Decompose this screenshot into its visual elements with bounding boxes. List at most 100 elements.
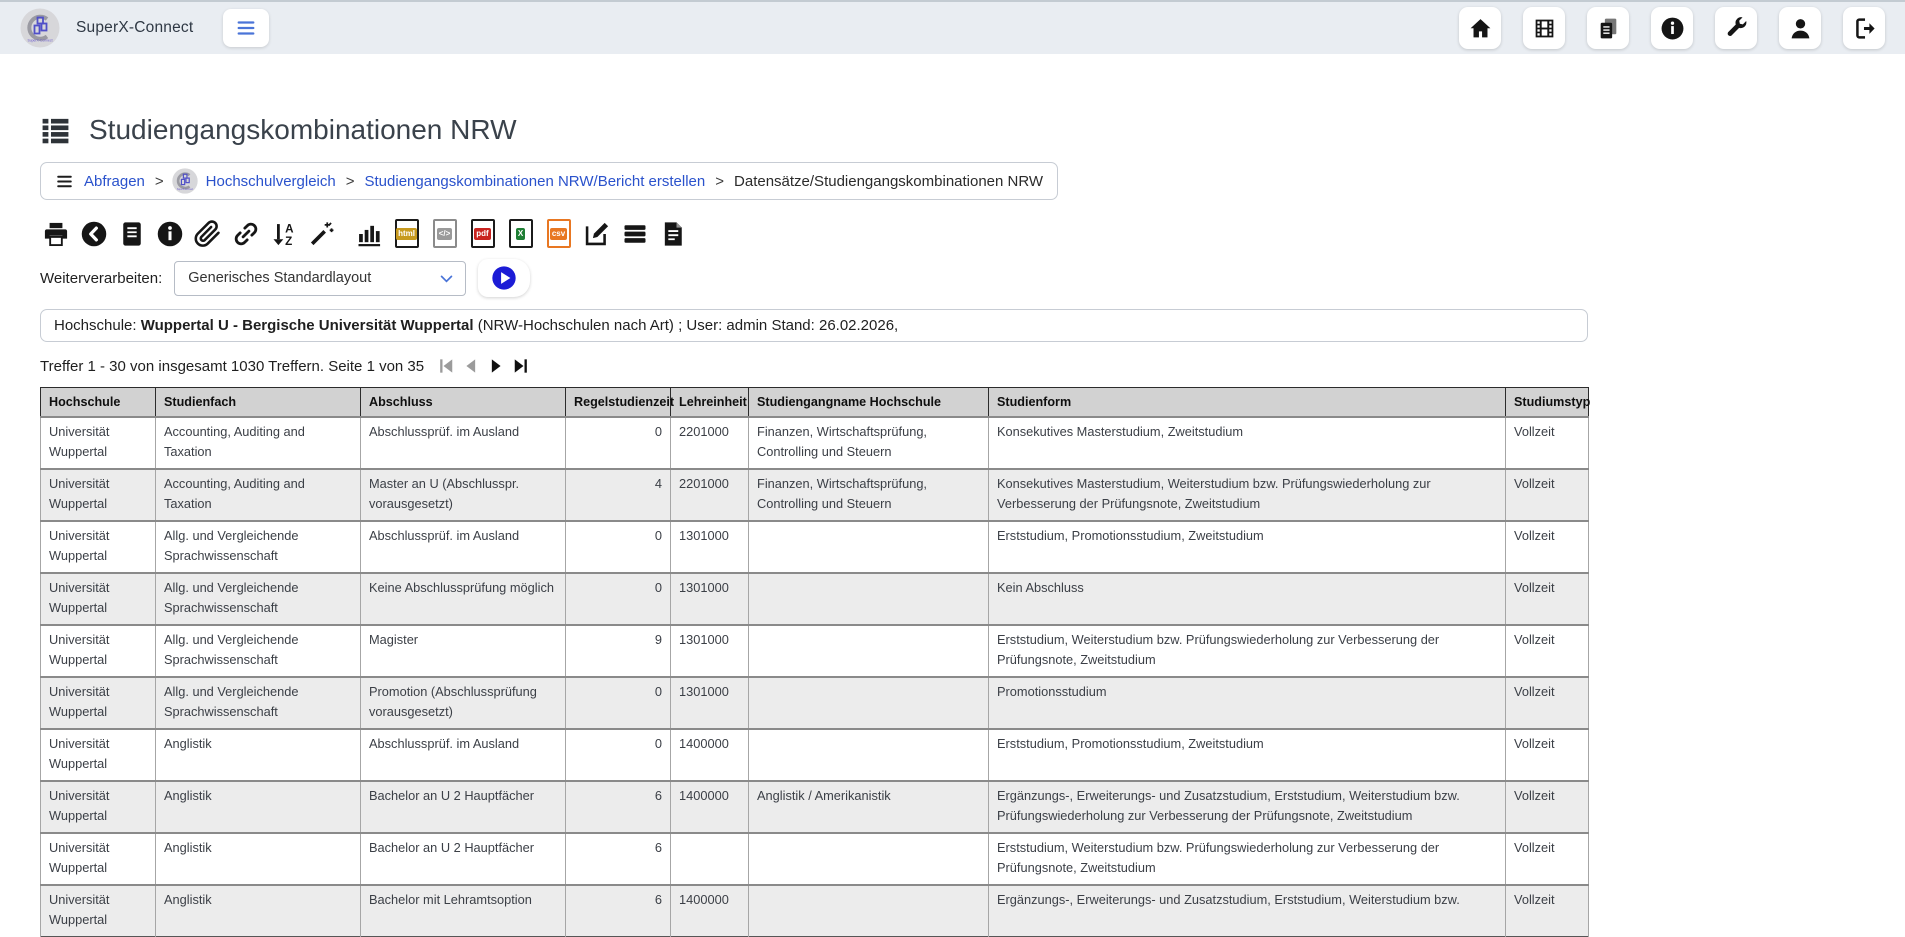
logout-button[interactable] [1843, 7, 1885, 49]
info-hochschule: Wuppertal U - Bergische Universität Wupp… [141, 317, 474, 334]
table-row: Universität WuppertalAnglistikBachelor a… [41, 781, 1589, 833]
table-cell: Konsekutives Masterstudium, Zweitstudium [989, 417, 1506, 469]
table-cell: Allg. und Vergleichende Sprachwissenscha… [156, 677, 361, 729]
table-cell: Vollzeit [1506, 677, 1589, 729]
table-cell [749, 833, 989, 885]
table-cell: 2201000 [671, 469, 749, 521]
superx-logo-icon[interactable]: SuperX-Connect [20, 8, 60, 48]
layout-select[interactable]: Generisches Standardlayout [174, 261, 466, 296]
table-cell [749, 521, 989, 573]
app-name: SuperX-Connect [76, 19, 193, 37]
table-cell: Vollzeit [1506, 521, 1589, 573]
last-page-button[interactable] [510, 355, 532, 377]
film-strip-button[interactable] [1523, 7, 1565, 49]
export-xml-button[interactable]: </> [429, 218, 460, 249]
print-button[interactable] [40, 218, 71, 249]
copy-pages-icon [1596, 16, 1621, 41]
superx-logo-icon: SuperX-Connect [172, 168, 198, 194]
export-csv-button[interactable]: csv [543, 218, 574, 249]
info-circle-icon [156, 220, 184, 248]
bar-chart-icon [355, 220, 383, 248]
hamburger-menu-button[interactable] [223, 9, 269, 47]
table-cell: 1301000 [671, 625, 749, 677]
table-cell: Keine Abschlussprüfung möglich [361, 573, 566, 625]
column-header: Studienfach [156, 388, 361, 418]
user-button[interactable] [1779, 7, 1821, 49]
report-info-bar: Hochschule: Wuppertal U - Bergische Univ… [40, 309, 1588, 342]
play-icon [490, 264, 518, 292]
copy-pages-button[interactable] [1587, 7, 1629, 49]
page-first-icon [436, 356, 456, 376]
page-prev-icon [461, 356, 481, 376]
table-cell: Universität Wuppertal [41, 885, 156, 937]
column-header: Hochschule [41, 388, 156, 418]
table-cell: 6 [566, 833, 671, 885]
home-button[interactable] [1459, 7, 1501, 49]
table-cell: 2201000 [671, 417, 749, 469]
table-cell: Accounting, Auditing and Taxation [156, 417, 361, 469]
link-button[interactable] [230, 218, 261, 249]
user-icon [1788, 16, 1813, 41]
table-cell: Master an U (Abschlusspr. vorausgesetzt) [361, 469, 566, 521]
breadcrumb-menu-icon[interactable] [55, 172, 74, 191]
table-cell: Erststudium, Promotionsstudium, Zweitstu… [989, 729, 1506, 781]
table-cell: Anglistik [156, 781, 361, 833]
wrench-button[interactable] [1715, 7, 1757, 49]
table-layout-button[interactable] [619, 218, 650, 249]
previous-page-button[interactable] [460, 355, 482, 377]
table-cell: Accounting, Auditing and Taxation [156, 469, 361, 521]
table-cell: Universität Wuppertal [41, 677, 156, 729]
breadcrumb-item[interactable]: Abfragen [84, 173, 145, 190]
table-header-row: HochschuleStudienfachAbschlussRegelstudi… [41, 388, 1589, 418]
breadcrumb-item[interactable]: Studiengangskombinationen NRW/Bericht er… [365, 173, 706, 190]
table-cell: Abschlussprüf. im Ausland [361, 729, 566, 781]
breadcrumb-separator: > [155, 173, 164, 190]
run-button[interactable] [478, 259, 530, 297]
svg-text:Z: Z [285, 235, 292, 248]
column-header: Studiumstyp [1506, 388, 1589, 418]
table-cell: Konsekutives Masterstudium, Weiterstudiu… [989, 469, 1506, 521]
topbar: SuperX-Connect SuperX-Connect [0, 0, 1905, 54]
table-cell: Anglistik [156, 833, 361, 885]
table-cell: 9 [566, 625, 671, 677]
export-pdf-button[interactable]: pdf [467, 218, 498, 249]
wrench-icon [1724, 16, 1749, 41]
table-cell: 1301000 [671, 573, 749, 625]
chart-button[interactable] [353, 218, 384, 249]
table-cell: Anglistik [156, 729, 361, 781]
next-page-button[interactable] [485, 355, 507, 377]
home-icon [1468, 16, 1493, 41]
table-cell: Universität Wuppertal [41, 573, 156, 625]
back-button[interactable] [78, 218, 109, 249]
book-icon [118, 220, 146, 248]
chevron-down-icon [438, 270, 455, 287]
table-cell: Bachelor an U 2 Hauptfächer [361, 781, 566, 833]
report-button[interactable] [657, 218, 688, 249]
table-cell: Universität Wuppertal [41, 417, 156, 469]
edit-button[interactable] [581, 218, 612, 249]
column-header: Abschluss [361, 388, 566, 418]
export-excel-button[interactable]: X [505, 218, 536, 249]
table-cell: 0 [566, 677, 671, 729]
notebook-button[interactable] [116, 218, 147, 249]
wizard-button[interactable] [306, 218, 337, 249]
table-cell: Anglistik [156, 885, 361, 937]
table-cell: 1301000 [671, 521, 749, 573]
sort-az-icon: AZ [270, 220, 298, 248]
breadcrumb-separator: > [715, 173, 724, 190]
table-row: Universität WuppertalAllg. und Vergleich… [41, 677, 1589, 729]
page-last-icon [511, 356, 531, 376]
breadcrumb-item[interactable]: Hochschulvergleich [206, 173, 336, 190]
sort-button[interactable]: AZ [268, 218, 299, 249]
info-button[interactable] [154, 218, 185, 249]
table-cell [749, 729, 989, 781]
table-row: Universität WuppertalAnglistikBachelor a… [41, 833, 1589, 885]
postprocess-row: Weiterverarbeiten: Generisches Standardl… [40, 259, 1865, 297]
info-circle-button[interactable] [1651, 7, 1693, 49]
table-cell: Promotionsstudium [989, 677, 1506, 729]
first-page-button[interactable] [435, 355, 457, 377]
column-header: Studiengangname Hochschule [749, 388, 989, 418]
attachment-button[interactable] [192, 218, 223, 249]
export-html-button[interactable]: html [391, 218, 422, 249]
table-cell: Erststudium, Weiterstudium bzw. Prüfungs… [989, 833, 1506, 885]
